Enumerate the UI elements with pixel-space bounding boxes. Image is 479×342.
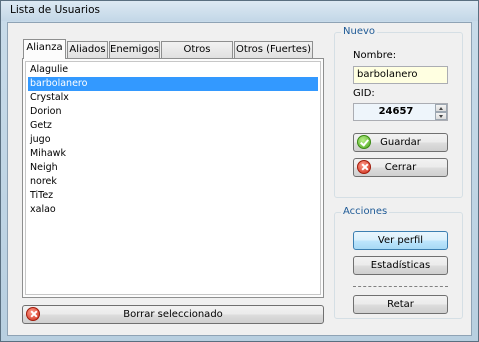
cross-circle-icon: [357, 160, 371, 174]
gid-increment-button[interactable]: [435, 104, 447, 112]
close-label: Cerrar: [384, 162, 417, 173]
view-profile-button[interactable]: Ver perfil: [353, 231, 448, 250]
check-circle-icon: [357, 135, 371, 149]
tab-otros-debiles[interactable]: Otros (Debiles): [161, 41, 233, 70]
gid-decrement-button[interactable]: [435, 112, 447, 120]
delete-selected-label: Borrar seleccionado: [123, 309, 223, 320]
tab-otros-fuertes[interactable]: Otros (Fuertes): [234, 41, 313, 58]
window-client-area: Alianza Aliados Enemigos Otros (Debiles)…: [7, 22, 472, 336]
challenge-button[interactable]: Retar: [353, 295, 448, 314]
close-button[interactable]: Cerrar: [353, 158, 448, 177]
list-item[interactable]: Mihawk: [28, 147, 318, 161]
save-label: Guardar: [380, 137, 421, 148]
tab-aliados[interactable]: Aliados: [67, 41, 108, 58]
tab-enemigos[interactable]: Enemigos: [109, 41, 160, 58]
list-item[interactable]: Crystalx: [28, 91, 318, 105]
name-label: Nombre:: [353, 50, 397, 61]
name-field[interactable]: barbolanero: [353, 66, 448, 84]
list-item[interactable]: Neigh: [28, 161, 318, 175]
list-item[interactable]: Getz: [28, 119, 318, 133]
user-list-window: Lista de Usuarios Alianza Aliados Enemig…: [0, 0, 479, 342]
cross-circle-icon: [26, 307, 40, 321]
list-item[interactable]: TiTez: [28, 189, 318, 203]
acciones-group: Acciones Ver perfil Estadísticas Retar: [334, 206, 463, 319]
list-item[interactable]: jugo: [28, 133, 318, 147]
tab-alianza[interactable]: Alianza: [23, 39, 66, 59]
list-item[interactable]: xalao: [28, 203, 318, 217]
acciones-group-title: Acciones: [341, 206, 390, 217]
delete-selected-button[interactable]: Borrar seleccionado: [22, 305, 324, 324]
save-button[interactable]: Guardar: [353, 133, 448, 152]
users-listbox[interactable]: Alagulie barbolanero Crystalx Dorion Get…: [25, 61, 321, 295]
window-title: Lista de Usuarios: [10, 4, 100, 16]
nuevo-group: Nuevo Nombre: barbolanero GID: 24657 Gua…: [334, 26, 463, 198]
list-item[interactable]: norek: [28, 175, 318, 189]
list-item[interactable]: Alagulie: [28, 63, 318, 77]
actions-separator: [353, 286, 448, 287]
nuevo-group-title: Nuevo: [341, 26, 378, 37]
list-item[interactable]: Dorion: [28, 105, 318, 119]
title-bar[interactable]: Lista de Usuarios: [1, 1, 478, 21]
tab-page-alianza: Alagulie barbolanero Crystalx Dorion Get…: [22, 58, 324, 298]
gid-label: GID:: [353, 88, 375, 99]
list-item-selected[interactable]: barbolanero: [28, 77, 318, 91]
statistics-button[interactable]: Estadísticas: [353, 256, 448, 275]
gid-field[interactable]: 24657: [353, 103, 448, 121]
